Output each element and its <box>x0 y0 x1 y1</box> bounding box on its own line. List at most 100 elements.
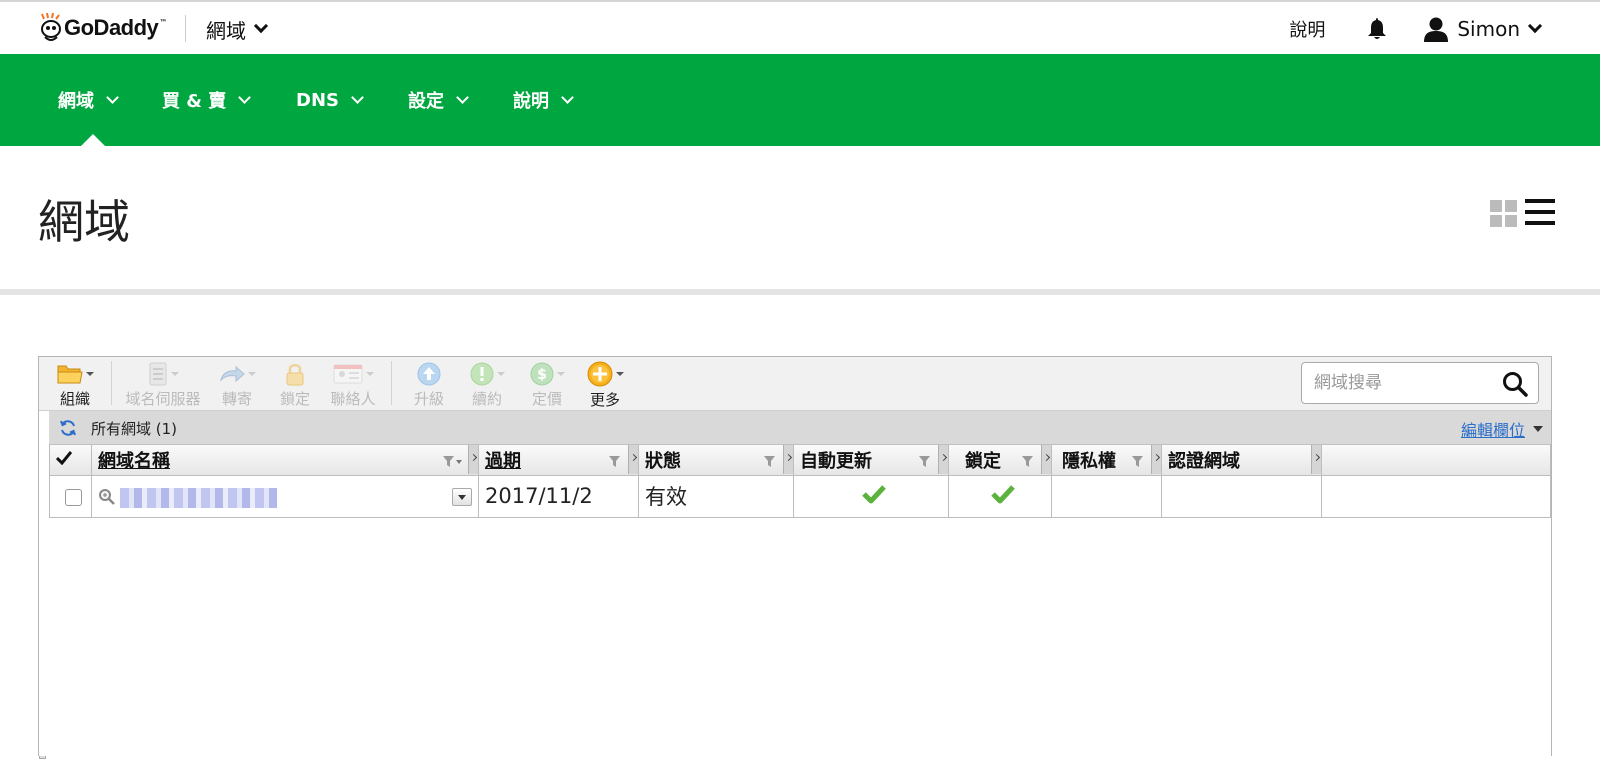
notifications-button[interactable] <box>1367 17 1387 41</box>
forward-icon <box>219 365 245 382</box>
toolbar-label: 組織 <box>59 390 90 408</box>
help-link[interactable]: 說明 <box>1289 16 1325 42</box>
row-checkbox[interactable] <box>65 488 82 506</box>
dropdown-arrow-icon <box>615 372 624 376</box>
select-all-header[interactable] <box>49 445 92 476</box>
refresh-button[interactable] <box>59 419 77 441</box>
table-row[interactable]: 2017/11/2 有效 <box>49 474 1551 518</box>
filter-icon[interactable] <box>608 453 622 474</box>
column-header-status[interactable]: 狀態 <box>638 445 794 476</box>
column-header-certified-domain[interactable]: 認證網域 <box>1161 445 1322 476</box>
domain-search-box[interactable] <box>1301 362 1539 404</box>
header-divider <box>0 289 1600 295</box>
grid-toolbar: 組織 域名伺服器 轉寄 鎖定 聯絡人 升級 續約 $ 定價 更多 網域搜尋 <box>39 357 1551 411</box>
server-icon <box>149 362 166 385</box>
nav-item-settings[interactable]: 設定 <box>408 86 469 114</box>
user-name: Simon <box>1457 17 1520 41</box>
grid-view-icon <box>1490 200 1502 212</box>
toolbar-label: 轉寄 <box>221 390 252 408</box>
nameservers-button[interactable]: 域名伺服器 <box>125 361 201 409</box>
divider <box>185 15 186 42</box>
column-label: 狀態 <box>645 450 681 472</box>
toolbar-separator <box>111 361 112 405</box>
bell-icon <box>1368 18 1387 39</box>
domains-grid-panel: 組織 域名伺服器 轉寄 鎖定 聯絡人 升級 續約 $ 定價 更多 網域搜尋 所有… <box>38 356 1552 756</box>
toolbar-label: 定價 <box>531 390 562 408</box>
list-view-icon <box>1525 221 1555 225</box>
column-header-empty <box>1321 445 1551 476</box>
filter-icon[interactable] <box>1131 453 1145 474</box>
dropdown-arrow-icon <box>85 371 94 376</box>
column-menu-toggle[interactable] <box>938 445 948 474</box>
dropdown-arrow-icon <box>556 371 565 376</box>
magnifier-icon[interactable] <box>98 488 116 506</box>
column-header-locked[interactable]: 鎖定 <box>948 445 1052 476</box>
renew-button[interactable]: 續約 <box>467 361 507 409</box>
toolbar-label: 續約 <box>471 390 502 408</box>
organize-button[interactable]: 組織 <box>53 361 97 409</box>
nav-item-help[interactable]: 說明 <box>513 86 574 114</box>
dropdown-arrow-icon <box>247 371 256 376</box>
more-icon <box>587 361 612 387</box>
nav-item-dns[interactable]: DNS <box>296 86 364 114</box>
grid-view-button[interactable] <box>1490 200 1518 228</box>
auto-renew-cell <box>793 474 949 518</box>
filter-icon[interactable] <box>918 453 932 474</box>
column-menu-toggle[interactable] <box>1151 445 1161 474</box>
grid-view-icon <box>1505 215 1517 227</box>
pricing-button[interactable]: $ 定價 <box>527 361 567 409</box>
grid-view-icon <box>1505 200 1517 212</box>
grid-view-icon <box>1490 215 1502 227</box>
godaddy-logo-icon <box>41 13 61 41</box>
column-menu-toggle[interactable] <box>783 445 793 474</box>
column-menu-toggle[interactable] <box>1041 445 1051 474</box>
nav-item-label: 說明 <box>513 91 549 112</box>
domain-name-cell <box>91 474 479 518</box>
top-right-menu: 說明 Simon <box>1289 15 1543 43</box>
product-switcher[interactable]: 網域 <box>206 15 269 43</box>
product-switcher-label: 網域 <box>206 18 246 43</box>
godaddy-logo[interactable]: GoDaddy ™ <box>40 11 167 45</box>
column-menu-toggle[interactable] <box>468 445 478 474</box>
contacts-button[interactable]: 聯絡人 <box>329 361 377 409</box>
column-header-auto-renew[interactable]: 自動更新 <box>793 445 949 476</box>
row-select-cell <box>49 474 92 518</box>
edit-columns-label: 編輯欄位 <box>1460 421 1525 440</box>
list-view-button[interactable] <box>1525 199 1555 227</box>
user-menu[interactable]: Simon <box>1423 16 1543 42</box>
column-label: 過期 <box>485 450 521 472</box>
chevron-down-icon <box>351 90 364 104</box>
forward-button[interactable]: 轉寄 <box>217 361 257 409</box>
toolbar-label: 更多 <box>589 391 620 409</box>
domain-name-link[interactable] <box>120 487 277 508</box>
filter-icon[interactable] <box>763 453 777 474</box>
checkmark-icon <box>55 451 73 466</box>
filter-icon[interactable] <box>442 453 462 474</box>
edit-columns-link[interactable]: 編輯欄位 <box>1461 417 1543 441</box>
column-header-domain-name[interactable]: 網域名稱 <box>91 445 479 476</box>
user-icon <box>1424 17 1449 42</box>
toolbar-label: 域名伺服器 <box>125 390 201 408</box>
nav-item-domains[interactable]: 網域 <box>58 86 119 114</box>
nav-item-buy-sell[interactable]: 買 & 賣 <box>162 86 252 114</box>
column-menu-toggle[interactable] <box>628 445 638 474</box>
column-header-expires[interactable]: 過期 <box>478 445 639 476</box>
list-view-icon <box>1525 210 1555 214</box>
svg-text:$: $ <box>537 367 547 383</box>
more-button[interactable]: 更多 <box>585 361 625 409</box>
column-menu-toggle[interactable] <box>1311 445 1321 474</box>
domains-table: 網域名稱 過期 狀態 自動更新 鎖定 隱私權 認證網域 2017/11/2 有效 <box>49 445 1551 518</box>
search-button[interactable] <box>1502 371 1528 397</box>
contact-card-icon <box>333 364 362 383</box>
upgrade-button[interactable]: 升級 <box>411 361 447 409</box>
chevron-down-icon <box>1527 18 1543 34</box>
column-header-privacy[interactable]: 隱私權 <box>1051 445 1162 476</box>
empty-cell <box>1321 474 1551 518</box>
filter-icon[interactable] <box>1021 453 1035 474</box>
row-actions-dropdown[interactable] <box>452 487 472 506</box>
pricing-icon: $ <box>530 362 553 385</box>
lock-button[interactable]: 鎖定 <box>277 361 313 409</box>
domain-count-label: 所有網域 (1) <box>91 420 178 438</box>
toolbar-separator <box>391 361 392 405</box>
domain-search-input[interactable] <box>1314 371 1484 395</box>
